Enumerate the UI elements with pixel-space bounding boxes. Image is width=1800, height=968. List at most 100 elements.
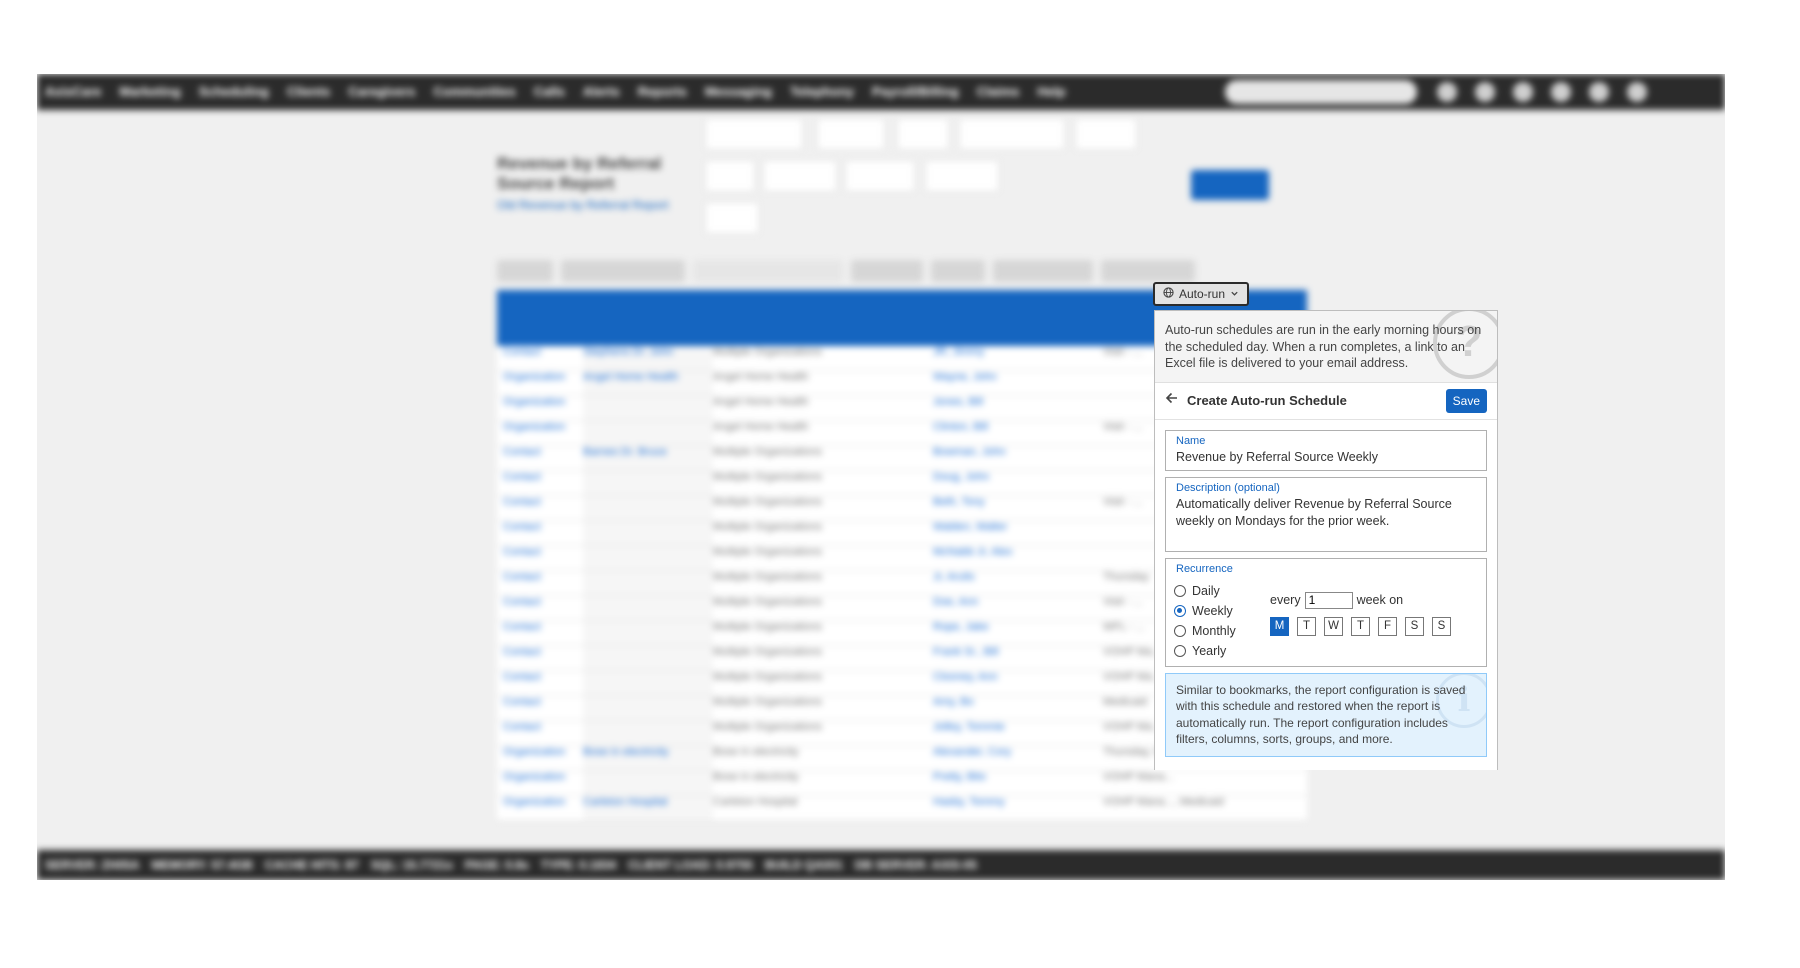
table-cell[interactable] bbox=[583, 521, 713, 545]
radio-yearly[interactable]: Yearly bbox=[1174, 641, 1236, 661]
table-cell[interactable] bbox=[583, 571, 713, 595]
table-cell[interactable]: Contact bbox=[497, 521, 583, 545]
day-tuesday[interactable]: T bbox=[1297, 616, 1316, 636]
global-search-input[interactable] bbox=[1225, 80, 1417, 104]
table-cell[interactable]: Rope, Jake bbox=[933, 621, 1103, 645]
save-button[interactable]: Save bbox=[1445, 388, 1487, 413]
nav-item[interactable]: AxisCare bbox=[45, 84, 101, 99]
back-arrow-icon[interactable] bbox=[1165, 391, 1187, 410]
table-cell[interactable] bbox=[583, 671, 713, 695]
day-friday[interactable]: F bbox=[1378, 616, 1397, 636]
table-cell[interactable]: Jones, Bill bbox=[933, 396, 1103, 420]
radio-weekly[interactable]: Weekly bbox=[1174, 601, 1236, 621]
table-cell[interactable] bbox=[583, 396, 713, 420]
table-cell[interactable]: Contact bbox=[497, 446, 583, 470]
filter-client-types[interactable] bbox=[845, 160, 915, 192]
table-cell[interactable]: Frank Sr., Bill bbox=[933, 646, 1103, 670]
filter-display-zero[interactable] bbox=[959, 118, 1065, 150]
autorun-toolbar-button[interactable] bbox=[1101, 260, 1195, 282]
nav-item[interactable]: Reports bbox=[638, 84, 687, 99]
table-cell[interactable]: Organization bbox=[497, 796, 583, 820]
table-cell[interactable]: Clinton, Bill bbox=[933, 421, 1103, 445]
nav-item[interactable]: Payroll/Billing bbox=[872, 84, 959, 99]
filter-visit-date[interactable] bbox=[705, 118, 803, 150]
table-cell[interactable]: Carleton Hospital bbox=[583, 796, 713, 820]
filter-client-source[interactable] bbox=[763, 160, 837, 192]
table-cell[interactable]: Contact bbox=[497, 696, 583, 720]
filter-client-status[interactable] bbox=[1075, 118, 1137, 150]
table-cell[interactable]: Contact bbox=[497, 621, 583, 645]
table-cell[interactable] bbox=[583, 496, 713, 520]
table-cell[interactable]: Hasby, Tommy bbox=[933, 796, 1103, 820]
table-cell[interactable]: Contact bbox=[497, 571, 583, 595]
table-cell[interactable]: McNabb Jr, Alex bbox=[933, 546, 1103, 570]
table-cell[interactable] bbox=[583, 596, 713, 620]
day-saturday[interactable]: S bbox=[1405, 616, 1424, 636]
table-cell[interactable] bbox=[583, 696, 713, 720]
table-cell[interactable] bbox=[583, 471, 713, 495]
search-button[interactable] bbox=[497, 260, 553, 282]
table-cell[interactable]: Bowman, John bbox=[933, 446, 1103, 470]
nav-item[interactable]: Caregivers bbox=[348, 84, 415, 99]
table-cell[interactable] bbox=[583, 421, 713, 445]
table-cell[interactable]: Contact bbox=[497, 471, 583, 495]
table-cell[interactable]: Organization bbox=[497, 421, 583, 445]
table-cell[interactable]: Contact bbox=[497, 671, 583, 695]
table-cell[interactable]: Barnes Dr. Bruce bbox=[583, 446, 713, 470]
filter-revenue[interactable] bbox=[897, 118, 949, 150]
table-cell[interactable]: Contact bbox=[497, 496, 583, 520]
radio-dot[interactable] bbox=[1174, 624, 1186, 637]
table-cell[interactable]: Alexander, Cory bbox=[933, 746, 1103, 770]
day-thursday[interactable]: T bbox=[1351, 616, 1370, 636]
nav-item[interactable]: Marketing bbox=[119, 84, 180, 99]
name-field[interactable]: Name Revenue by Referral Source Weekly bbox=[1165, 429, 1487, 471]
table-cell[interactable]: Stephens Dr. John bbox=[583, 346, 713, 370]
table-cell[interactable]: Doe, Ann bbox=[933, 596, 1103, 620]
table-cell[interactable]: Bose in electricity bbox=[583, 746, 713, 770]
nav-item[interactable]: Communities bbox=[433, 84, 515, 99]
table-cell[interactable]: Walden, Walter bbox=[933, 521, 1103, 545]
table-cell[interactable]: Contact bbox=[497, 646, 583, 670]
name-value[interactable]: Revenue by Referral Source Weekly bbox=[1176, 449, 1476, 466]
pagination[interactable] bbox=[693, 260, 843, 282]
table-cell[interactable]: Contact bbox=[497, 721, 583, 745]
print-button[interactable] bbox=[931, 260, 985, 282]
radio-dot[interactable] bbox=[1174, 644, 1186, 657]
table-cell[interactable]: Clooney, Ann bbox=[933, 671, 1103, 695]
nav-item[interactable]: Calls bbox=[534, 84, 565, 99]
table-cell[interactable]: Pretty, Bito bbox=[933, 771, 1103, 795]
table-cell[interactable]: Angel Home Health bbox=[583, 371, 713, 395]
bookmarks-button[interactable] bbox=[993, 260, 1093, 282]
group-by-button[interactable] bbox=[561, 260, 685, 282]
day-wednesday[interactable]: W bbox=[1324, 616, 1343, 636]
notification-icon[interactable] bbox=[1437, 82, 1457, 102]
radio-monthly[interactable]: Monthly bbox=[1174, 621, 1236, 641]
table-cell[interactable] bbox=[583, 646, 713, 670]
nav-item[interactable]: Alerts bbox=[583, 84, 620, 99]
table-cell[interactable] bbox=[583, 721, 713, 745]
table-cell[interactable]: JR, Jimmy bbox=[933, 346, 1103, 370]
settings-icon[interactable] bbox=[1589, 82, 1609, 102]
radio-dot[interactable] bbox=[1174, 584, 1186, 597]
radio-dot[interactable] bbox=[1174, 604, 1186, 617]
table-cell[interactable]: Beth, Tony bbox=[933, 496, 1103, 520]
table-cell[interactable]: Organization bbox=[497, 771, 583, 795]
filter-types[interactable] bbox=[705, 160, 755, 192]
table-cell[interactable]: Amy, Bo bbox=[933, 696, 1103, 720]
nav-item[interactable]: Telephony bbox=[790, 84, 854, 99]
table-cell[interactable]: Contact bbox=[497, 346, 583, 370]
radio-daily[interactable]: Daily bbox=[1174, 581, 1236, 601]
old-report-link[interactable]: Old Revenue by Referral Report bbox=[497, 198, 668, 212]
nav-item[interactable]: Claims bbox=[977, 84, 1020, 99]
day-monday[interactable]: M bbox=[1270, 616, 1289, 636]
nav-item[interactable]: Help bbox=[1037, 84, 1065, 99]
table-cell[interactable]: Doug, John bbox=[933, 471, 1103, 495]
nav-item[interactable]: Clients bbox=[287, 84, 330, 99]
description-value[interactable]: Automatically deliver Revenue by Referra… bbox=[1176, 496, 1476, 530]
nav-item[interactable]: Messaging bbox=[705, 84, 772, 99]
table-cell[interactable]: Contact bbox=[497, 546, 583, 570]
table-cell[interactable] bbox=[583, 771, 713, 795]
day-sunday[interactable]: S bbox=[1432, 616, 1451, 636]
autorun-dropdown-button[interactable]: Auto-run bbox=[1153, 282, 1250, 306]
interval-input[interactable] bbox=[1304, 591, 1353, 609]
